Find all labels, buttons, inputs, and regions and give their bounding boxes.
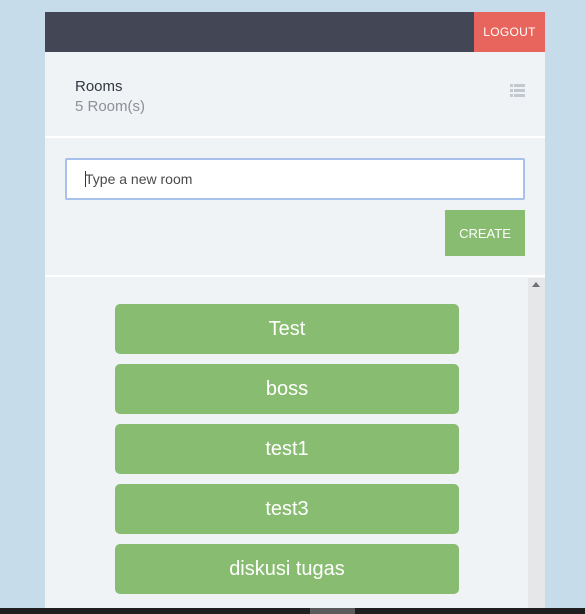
room-list: Test boss test1 test3 diskusi tugas <box>45 278 545 614</box>
header-divider <box>45 136 545 138</box>
scroll-up-arrow-icon[interactable] <box>532 282 540 287</box>
room-count: 5 Room(s) <box>75 98 146 115</box>
room-item[interactable]: test3 <box>115 484 459 534</box>
top-bar: LOGOUT <box>45 12 545 52</box>
create-room-button[interactable]: CREATE <box>445 210 525 256</box>
logout-button[interactable]: LOGOUT <box>474 12 545 52</box>
rooms-header: Rooms 5 Room(s) <box>45 52 545 136</box>
taskbar-item <box>310 608 355 614</box>
list-view-icon[interactable] <box>510 84 525 97</box>
page-title: Rooms <box>75 78 123 95</box>
room-item[interactable]: test1 <box>115 424 459 474</box>
room-item[interactable]: diskusi tugas <box>115 544 459 594</box>
room-item[interactable]: Test <box>115 304 459 354</box>
rooms-panel: LOGOUT Rooms 5 Room(s) CREATE Test boss … <box>45 12 545 614</box>
text-cursor <box>85 171 86 187</box>
room-item[interactable]: boss <box>115 364 459 414</box>
form-divider <box>45 275 545 277</box>
room-list-scrollbar[interactable] <box>528 278 545 614</box>
taskbar-strip <box>0 608 585 614</box>
new-room-input[interactable] <box>65 158 525 200</box>
